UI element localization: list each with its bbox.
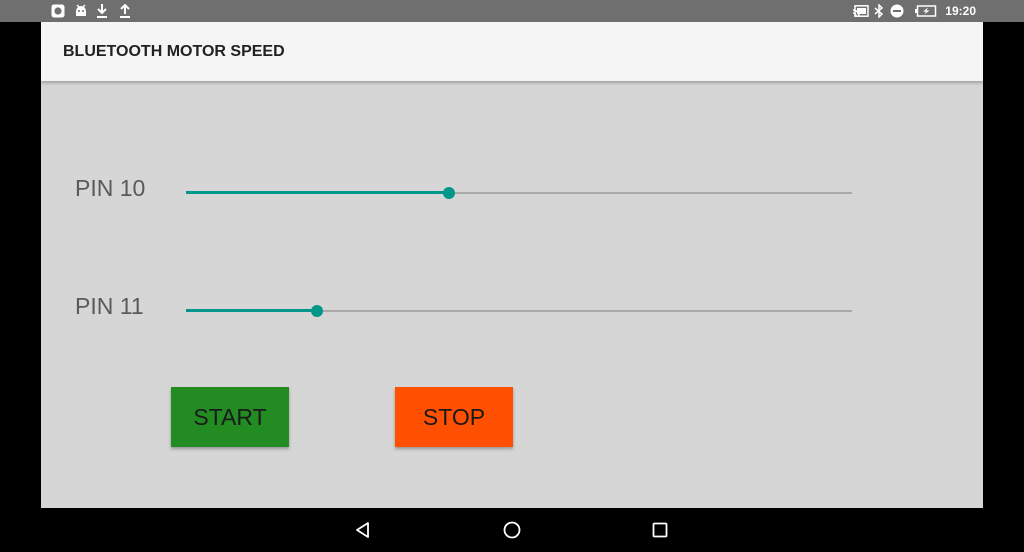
status-bar: 19:20 [0, 0, 1024, 22]
back-icon[interactable] [351, 519, 375, 541]
bluetooth-icon [873, 3, 885, 19]
app-bar: BLUETOOTH MOTOR SPEED [41, 22, 983, 81]
cast-icon [853, 3, 869, 19]
notification-app-icon [50, 3, 66, 19]
pin-11-label: PIN 11 [75, 293, 144, 319]
start-button[interactable]: START [171, 387, 289, 447]
recents-icon[interactable] [648, 519, 672, 541]
slider-fill [186, 191, 450, 194]
download-icon [95, 3, 109, 19]
navigation-bar [0, 508, 1024, 552]
slider-thumb[interactable] [311, 305, 324, 317]
slider-thumb[interactable] [443, 187, 456, 199]
pin-10-slider[interactable] [186, 181, 852, 205]
android-debug-icon [73, 3, 89, 19]
app-window: BLUETOOTH MOTOR SPEED PIN 10 PIN 11 STAR… [41, 22, 983, 508]
slider-fill [186, 309, 318, 312]
pin-10-label: PIN 10 [75, 175, 146, 201]
app-title: BLUETOOTH MOTOR SPEED [63, 43, 285, 60]
upload-icon [118, 3, 132, 19]
status-time: 19:20 [945, 4, 976, 18]
pin-11-slider[interactable] [186, 299, 852, 323]
home-icon[interactable] [500, 519, 524, 541]
do-not-disturb-icon [889, 3, 905, 19]
stop-button[interactable]: STOP [395, 387, 513, 447]
battery-charging-icon [914, 3, 938, 19]
